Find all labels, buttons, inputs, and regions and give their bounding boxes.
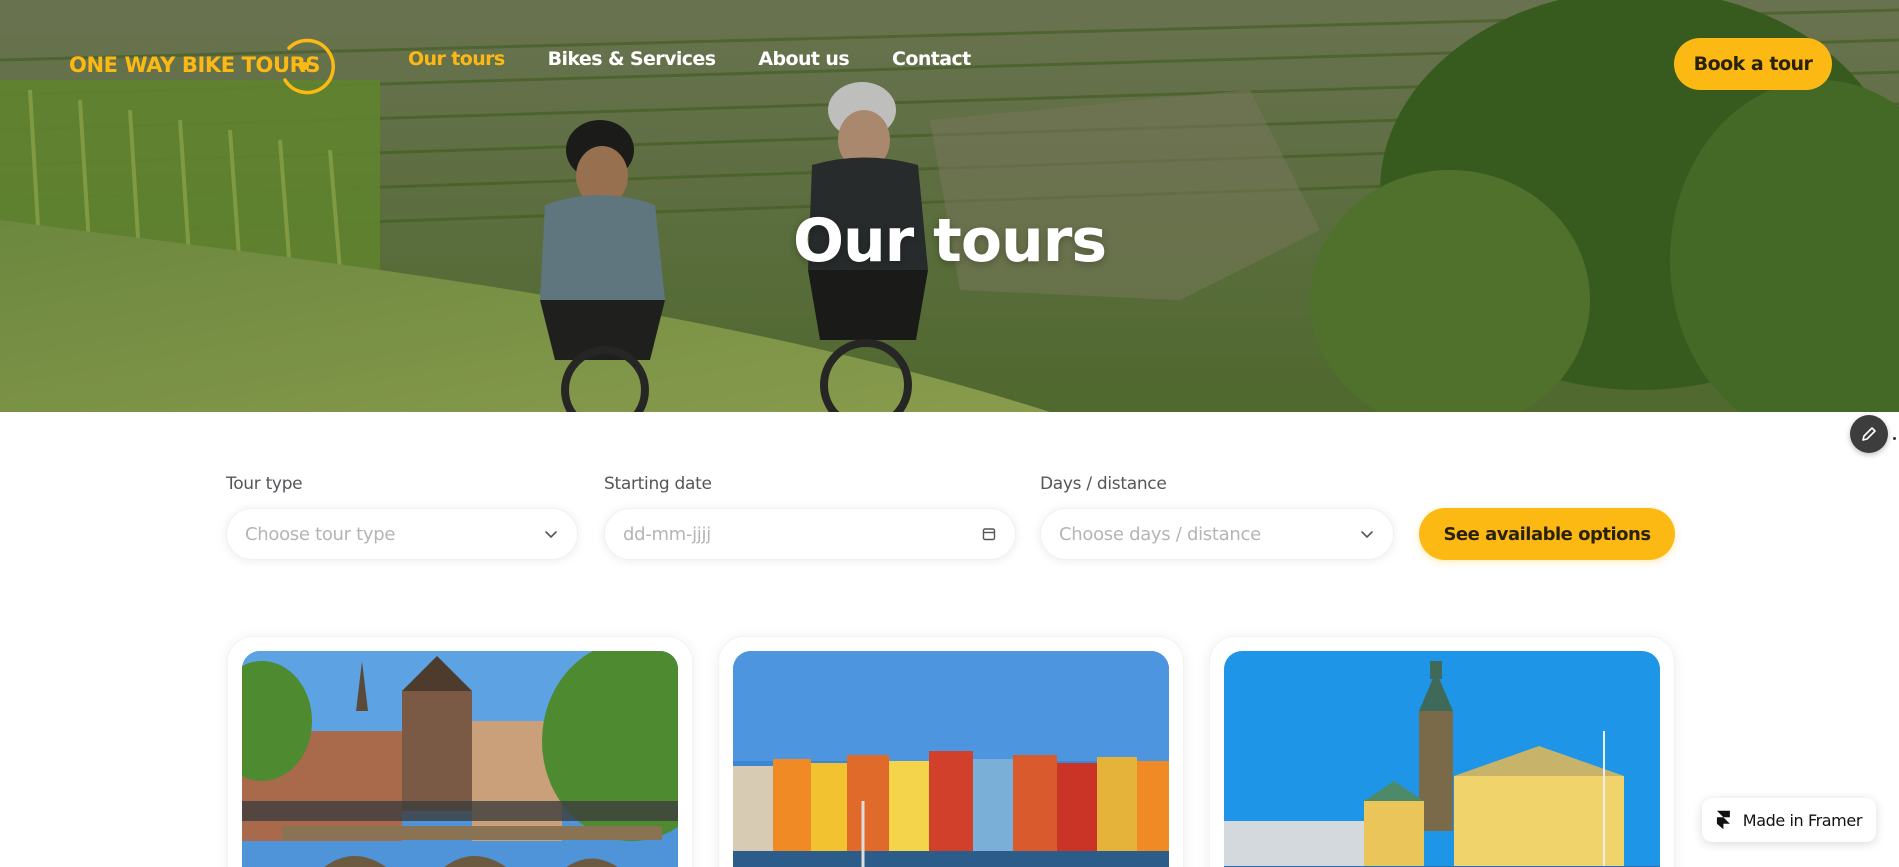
nav-item-contact[interactable]: Contact bbox=[892, 48, 971, 70]
start-date-placeholder: dd-mm-jjjj bbox=[623, 523, 711, 545]
days-distance-label: Days / distance bbox=[1040, 474, 1167, 494]
edit-pencil-icon bbox=[1862, 427, 1876, 441]
tour-type-label: Tour type bbox=[226, 474, 303, 494]
logo-ring-icon bbox=[283, 38, 335, 95]
amsterdam-canal-image bbox=[242, 651, 678, 867]
start-date-input[interactable]: dd-mm-jjjj bbox=[604, 508, 1016, 560]
start-date-label: Starting date bbox=[604, 474, 712, 494]
tour-card-image-copenhagen bbox=[733, 651, 1169, 867]
tour-type-select[interactable]: Choose tour type bbox=[226, 508, 578, 560]
chevron-down-icon bbox=[1361, 531, 1373, 539]
site-logo[interactable]: ONE WAY BIKE TOURS bbox=[69, 36, 335, 95]
main-nav: Our tours Bikes & Services About us Cont… bbox=[408, 48, 1014, 70]
made-in-framer-badge[interactable]: Made in Framer bbox=[1702, 798, 1876, 842]
framer-logo-icon bbox=[1716, 810, 1730, 830]
days-distance-placeholder: Choose days / distance bbox=[1059, 523, 1261, 545]
tour-card[interactable] bbox=[718, 636, 1184, 867]
edit-dot bbox=[1893, 437, 1896, 440]
calendar-icon[interactable] bbox=[981, 526, 997, 542]
days-distance-select[interactable]: Choose days / distance bbox=[1040, 508, 1394, 560]
made-in-framer-label: Made in Framer bbox=[1742, 810, 1863, 830]
hero-banner: ONE WAY BIKE TOURS Our tours Bikes & Ser… bbox=[0, 0, 1899, 412]
nav-item-about-us[interactable]: About us bbox=[758, 48, 849, 70]
nav-item-bikes-services[interactable]: Bikes & Services bbox=[548, 48, 716, 70]
tour-type-placeholder: Choose tour type bbox=[245, 523, 396, 545]
nav-item-our-tours[interactable]: Our tours bbox=[408, 48, 505, 70]
tour-card[interactable] bbox=[1209, 636, 1675, 867]
book-tour-button[interactable]: Book a tour bbox=[1674, 38, 1832, 90]
page-title: Our tours bbox=[792, 206, 1107, 276]
copenhagen-harbour-image bbox=[733, 651, 1169, 867]
edit-button[interactable] bbox=[1850, 415, 1888, 453]
chevron-down-icon bbox=[545, 531, 557, 539]
see-available-options-button[interactable]: See available options bbox=[1419, 508, 1675, 560]
tour-card-image-amsterdam bbox=[242, 651, 678, 867]
tour-card[interactable] bbox=[227, 636, 693, 867]
tour-card-image-gothenburg bbox=[1224, 651, 1660, 867]
gothenburg-city-hall-image bbox=[1224, 651, 1660, 867]
